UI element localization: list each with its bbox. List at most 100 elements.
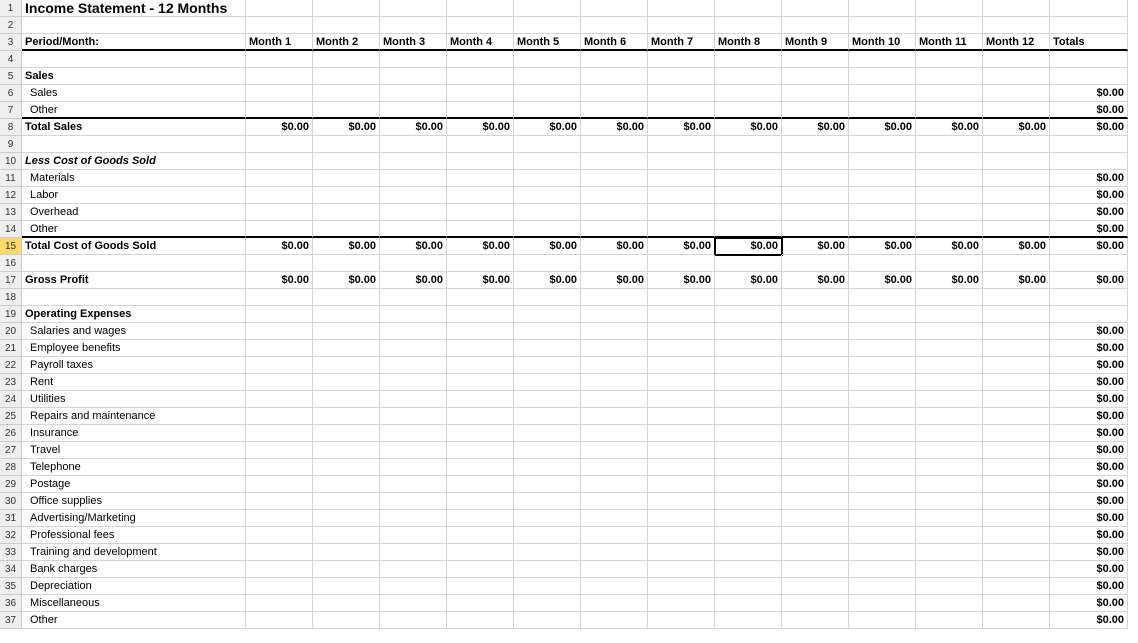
cell-value[interactable] (849, 544, 916, 561)
cell-value[interactable]: $0.00 (648, 119, 715, 136)
row-header-2[interactable]: 2 (0, 17, 22, 34)
cell-value[interactable] (648, 561, 715, 578)
cell-value[interactable] (916, 340, 983, 357)
row-header-28[interactable]: 28 (0, 459, 22, 476)
cell-value[interactable] (581, 459, 648, 476)
cell-value[interactable] (447, 561, 514, 578)
row-header-10[interactable]: 10 (0, 153, 22, 170)
cell-blank[interactable] (447, 306, 514, 323)
cell-value[interactable] (715, 357, 782, 374)
row-header-13[interactable]: 13 (0, 204, 22, 221)
cell-value[interactable] (246, 374, 313, 391)
cell-blank[interactable] (715, 136, 782, 153)
cell-blank[interactable] (715, 153, 782, 170)
cell-blank[interactable] (849, 306, 916, 323)
cell-value[interactable] (313, 170, 380, 187)
cell-value[interactable] (916, 425, 983, 442)
row-label[interactable]: Rent (22, 374, 246, 391)
cell-value[interactable] (849, 357, 916, 374)
cell-value[interactable] (715, 459, 782, 476)
cell-value[interactable] (447, 187, 514, 204)
cell-value[interactable] (983, 425, 1050, 442)
cell-blank[interactable] (782, 136, 849, 153)
cell-value[interactable] (514, 425, 581, 442)
cell-value[interactable] (648, 323, 715, 340)
cell-blank[interactable] (380, 68, 447, 85)
cell-value[interactable]: $0.00 (581, 272, 648, 289)
cell-blank[interactable] (246, 153, 313, 170)
cell-value[interactable] (380, 425, 447, 442)
row-total[interactable]: $0.00 (1050, 408, 1128, 425)
cell-value[interactable] (648, 204, 715, 221)
row-total[interactable]: $0.00 (1050, 493, 1128, 510)
cell-value[interactable] (246, 357, 313, 374)
cell-value[interactable] (581, 391, 648, 408)
cell-value[interactable]: $0.00 (447, 272, 514, 289)
cell-value[interactable]: $0.00 (983, 238, 1050, 255)
row-label[interactable]: Professional fees (22, 527, 246, 544)
cell-value[interactable] (581, 102, 648, 119)
cell-value[interactable] (782, 408, 849, 425)
cell-value[interactable] (983, 408, 1050, 425)
cell-blank[interactable] (313, 17, 380, 34)
cell-blank[interactable] (581, 255, 648, 272)
cell-blank[interactable] (246, 68, 313, 85)
cell-value[interactable] (983, 102, 1050, 119)
cell-value[interactable] (380, 510, 447, 527)
cell-value[interactable] (380, 476, 447, 493)
cell-value[interactable] (447, 85, 514, 102)
cell-value[interactable] (983, 527, 1050, 544)
month-header-2[interactable]: Month 2 (313, 34, 380, 51)
cell-blank[interactable] (782, 17, 849, 34)
cell-value[interactable] (849, 527, 916, 544)
cell-value[interactable] (782, 476, 849, 493)
cell-value[interactable]: $0.00 (246, 272, 313, 289)
cell-value[interactable] (782, 102, 849, 119)
cell-value[interactable] (983, 561, 1050, 578)
cell-value[interactable] (849, 459, 916, 476)
cell-blank[interactable] (916, 17, 983, 34)
cell-value[interactable] (715, 476, 782, 493)
cell-value[interactable] (447, 323, 514, 340)
row-label[interactable]: Sales (22, 85, 246, 102)
cell-value[interactable] (648, 459, 715, 476)
row-label[interactable]: Insurance (22, 425, 246, 442)
row-header-33[interactable]: 33 (0, 544, 22, 561)
cell-value[interactable] (916, 442, 983, 459)
row-total[interactable]: $0.00 (1050, 357, 1128, 374)
cell-value[interactable] (581, 187, 648, 204)
row-label[interactable]: Employee benefits (22, 340, 246, 357)
cell-value[interactable] (246, 340, 313, 357)
cell-value[interactable] (782, 374, 849, 391)
cell-value[interactable] (715, 170, 782, 187)
month-header-7[interactable]: Month 7 (648, 34, 715, 51)
cell-blank[interactable] (715, 306, 782, 323)
cell-value[interactable] (581, 476, 648, 493)
row-total[interactable]: $0.00 (1050, 204, 1128, 221)
cell-blank[interactable] (514, 136, 581, 153)
cell-value[interactable] (782, 187, 849, 204)
cell-value[interactable] (916, 204, 983, 221)
cell-value[interactable]: $0.00 (916, 119, 983, 136)
cell-blank[interactable] (983, 17, 1050, 34)
row-label[interactable]: Overhead (22, 204, 246, 221)
cell-value[interactable] (983, 204, 1050, 221)
cell-value[interactable] (849, 612, 916, 629)
cell-value[interactable] (246, 391, 313, 408)
cell-blank[interactable] (581, 153, 648, 170)
cell-value[interactable] (380, 408, 447, 425)
cell-value[interactable] (782, 221, 849, 238)
cell-blank[interactable] (514, 17, 581, 34)
cell-value[interactable] (514, 187, 581, 204)
cell-value[interactable] (313, 408, 380, 425)
cell-blank[interactable] (715, 289, 782, 306)
cell-blank[interactable] (849, 0, 916, 17)
cell-blank[interactable] (849, 68, 916, 85)
cell-value[interactable] (313, 459, 380, 476)
cell-value[interactable] (916, 357, 983, 374)
cell-value[interactable] (380, 527, 447, 544)
cell-value[interactable] (447, 170, 514, 187)
cell-value[interactable] (983, 595, 1050, 612)
row-header-23[interactable]: 23 (0, 374, 22, 391)
row-total[interactable]: $0.00 (1050, 323, 1128, 340)
